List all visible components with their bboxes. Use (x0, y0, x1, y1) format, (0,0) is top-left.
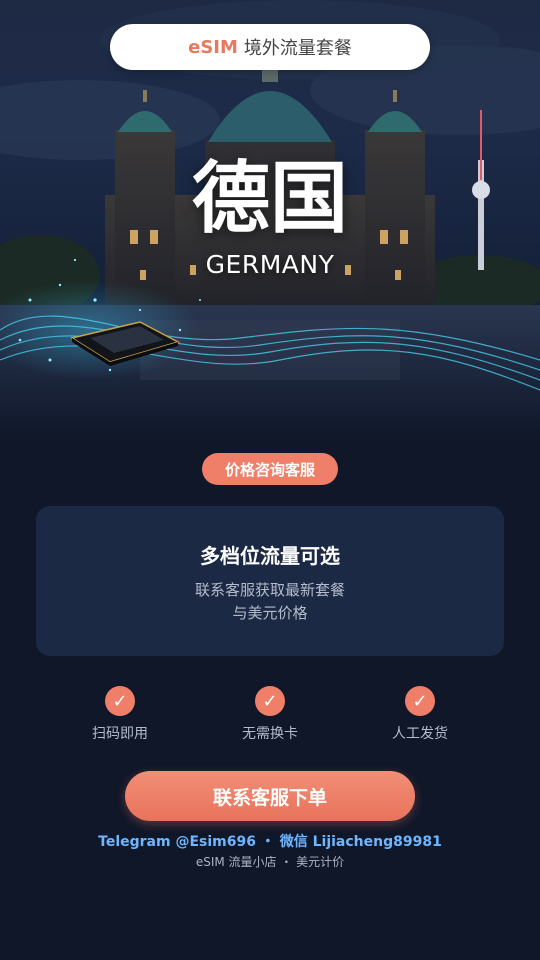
pill-title: 境外流量套餐 (243, 38, 352, 59)
check-icon: ✓ (105, 686, 135, 716)
feature-label: 无需换卡 (242, 726, 298, 742)
country-title-en: GERMANY (205, 250, 335, 279)
contact-order-button[interactable]: 联系客服下单 (125, 771, 415, 821)
info-card: 多档位流量可选 联系客服获取最新套餐 与美元价格 (36, 506, 504, 656)
feature-no-sim-swap: ✓ 无需换卡 (210, 686, 330, 743)
esim-package-pill: eSIM 境外流量套餐 (110, 24, 430, 70)
country-title-cn: 德国 (191, 154, 348, 244)
price-consult-button[interactable]: 价格咨询客服 (202, 453, 338, 485)
feature-scan-to-use: ✓ 扫码即用 (60, 686, 180, 743)
feature-label: 人工发货 (392, 726, 448, 742)
card-line-1: 联系客服获取最新套餐 (194, 581, 345, 599)
feature-manual-delivery: ✓ 人工发货 (360, 686, 480, 743)
contact-info[interactable]: Telegram @Esim696 ・ 微信 Lijiacheng89981 (0, 831, 540, 851)
hero-banner: eSIM 境外流量套餐 德国 GERMANY (0, 0, 540, 440)
check-icon: ✓ (255, 686, 285, 716)
footer-note: eSIM 流量小店 ・ 美元计价 (195, 855, 345, 869)
feature-label: 扫码即用 (92, 726, 148, 742)
card-line-2: 与美元价格 (232, 604, 308, 622)
brand-label: eSIM (188, 36, 238, 58)
card-title: 多档位流量可选 (200, 544, 340, 568)
check-icon: ✓ (405, 686, 435, 716)
